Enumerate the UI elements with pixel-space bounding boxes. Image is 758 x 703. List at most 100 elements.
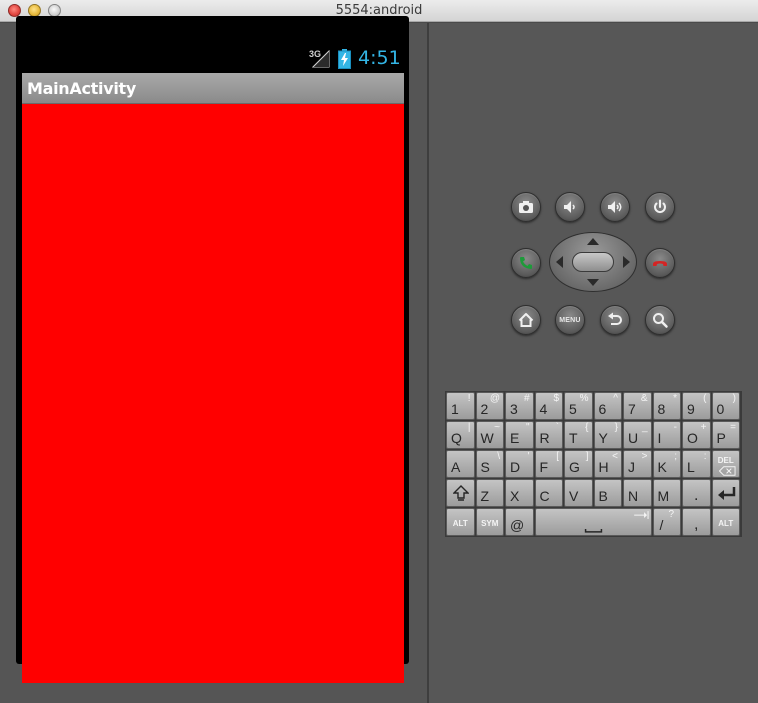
key-label: F (539, 459, 549, 475)
space-icon (584, 511, 649, 533)
key-t[interactable]: T{ (564, 421, 593, 449)
key-8[interactable]: 8 * (652, 392, 681, 420)
home-button[interactable] (511, 305, 541, 335)
key-sym[interactable]: SYM (475, 508, 504, 536)
key-3[interactable]: 3 # (505, 392, 534, 420)
key-label: H (598, 459, 609, 475)
key-k[interactable]: K; (652, 450, 681, 478)
menu-button[interactable]: MENU (555, 305, 585, 335)
key-6[interactable]: 6 ^ (593, 392, 622, 420)
key-label: M (657, 488, 670, 504)
key-label: 0 (716, 401, 725, 417)
key-alt-left[interactable]: ALT (446, 508, 475, 536)
key-sub-label: " (525, 422, 530, 433)
key-n[interactable]: N (623, 479, 652, 507)
key-sub-label: & (640, 393, 648, 404)
key-enter[interactable] (711, 479, 740, 507)
key-m[interactable]: M (652, 479, 681, 507)
key-label: . (694, 487, 699, 504)
key-shift[interactable] (446, 479, 475, 507)
key-y[interactable]: Y} (593, 421, 622, 449)
call-icon (520, 257, 532, 269)
key-label: P (716, 430, 726, 446)
key-sub-label: | (467, 422, 471, 433)
key-space[interactable] (534, 508, 652, 536)
key-0[interactable]: 0) (711, 392, 740, 420)
key-i[interactable]: I- (652, 421, 681, 449)
key-b[interactable]: B (593, 479, 622, 507)
key-a[interactable]: A (446, 450, 475, 478)
key-w[interactable]: W ~ (475, 421, 504, 449)
key-u[interactable]: U _ (623, 421, 652, 449)
action-bar: MainActivity (22, 73, 404, 104)
key-l[interactable]: L: (682, 450, 711, 478)
key-f[interactable]: F[ (534, 450, 563, 478)
key-label: W (480, 430, 494, 446)
key-period[interactable]: . (682, 479, 711, 507)
key-label: , (694, 516, 699, 533)
key-p[interactable]: P = (711, 421, 740, 449)
end-call-icon (653, 261, 667, 266)
key-7[interactable]: 7 & (623, 392, 652, 420)
key-r[interactable]: R ` (534, 421, 563, 449)
volume-up-button[interactable] (600, 192, 630, 222)
key-label: I (657, 430, 662, 446)
key-delete[interactable]: DEL (711, 450, 740, 478)
key-at[interactable]: @ (505, 508, 534, 536)
key-sub-label: \ (497, 451, 500, 462)
key-label: R (539, 430, 550, 446)
end-call-button[interactable] (645, 248, 675, 278)
key-label: G (569, 459, 580, 475)
volume-down-button[interactable] (555, 192, 585, 222)
key-x[interactable]: X (505, 479, 534, 507)
dpad-up-icon[interactable] (587, 238, 599, 245)
key-h[interactable]: H < (593, 450, 622, 478)
call-button[interactable] (511, 248, 541, 278)
key-sub-label: * (673, 393, 677, 404)
key-s[interactable]: S \ (475, 450, 504, 478)
key-slash[interactable]: /? (652, 508, 681, 536)
search-button[interactable] (645, 305, 675, 335)
key-label: 7 (628, 401, 636, 417)
key-c[interactable]: C (534, 479, 563, 507)
key-label: E (510, 430, 520, 446)
dpad[interactable] (549, 232, 637, 292)
key-label: 1 (451, 401, 459, 417)
key-1[interactable]: 1! (446, 392, 475, 420)
key-comma[interactable]: , (682, 508, 711, 536)
dpad-down-icon[interactable] (587, 279, 599, 286)
key-j[interactable]: J > (623, 450, 652, 478)
key-label: / (659, 517, 664, 533)
key-g[interactable]: G] (564, 450, 593, 478)
key-alt-right[interactable]: ALT (711, 508, 740, 536)
activity-title: MainActivity (27, 79, 136, 98)
key-label: @ (510, 517, 525, 533)
key-sub-label: ( (703, 393, 707, 404)
key-sub-label: < (612, 451, 618, 462)
key-label: U (628, 430, 639, 446)
key-4[interactable]: 4 $ (534, 392, 563, 420)
key-2[interactable]: 2 @ (475, 392, 504, 420)
key-q[interactable]: Q | (446, 421, 475, 449)
key-e[interactable]: E " (505, 421, 534, 449)
activity-content[interactable] (22, 104, 404, 683)
dpad-right-icon[interactable] (623, 256, 630, 268)
key-label: O (687, 430, 698, 446)
key-label: A (451, 459, 461, 475)
key-sub-label: % (579, 393, 589, 404)
dpad-center-button[interactable] (572, 252, 614, 272)
key-sub-label: + (700, 422, 707, 433)
key-d[interactable]: D ' (505, 450, 534, 478)
key-label: Q (451, 430, 462, 446)
key-sub-label: } (614, 422, 618, 433)
key-sub-label: ? (668, 509, 674, 520)
key-v[interactable]: V (564, 479, 593, 507)
dpad-left-icon[interactable] (556, 256, 563, 268)
power-button[interactable] (645, 192, 675, 222)
back-button[interactable] (600, 305, 630, 335)
key-9[interactable]: 9( (682, 392, 711, 420)
camera-button[interactable] (511, 192, 541, 222)
key-o[interactable]: O + (682, 421, 711, 449)
key-z[interactable]: Z (475, 479, 504, 507)
key-5[interactable]: 5% (564, 392, 593, 420)
